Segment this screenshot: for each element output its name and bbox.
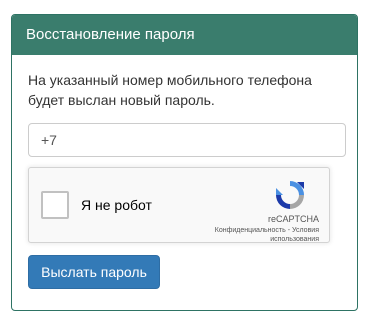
recaptcha-checkbox[interactable] xyxy=(41,191,69,219)
recaptcha-brand: reCAPTCHA xyxy=(267,214,319,224)
send-password-button[interactable]: Выслать пароль xyxy=(28,255,160,289)
recaptcha-widget: Я не робот reCAPTCHA Конфиденциальность … xyxy=(28,167,330,243)
recaptcha-logo-icon xyxy=(276,181,304,209)
recaptcha-links: Конфиденциальность - Условия использован… xyxy=(189,226,319,244)
recaptcha-label: Я не робот xyxy=(81,197,152,213)
recaptcha-privacy-link[interactable]: Конфиденциальность xyxy=(215,227,286,234)
password-recovery-panel: Восстановление пароля На указанный номер… xyxy=(11,14,358,311)
intro-text: На указанный номер мобильного телефона б… xyxy=(28,72,312,108)
panel-title: Восстановление пароля xyxy=(12,15,357,55)
phone-input[interactable] xyxy=(28,123,346,157)
